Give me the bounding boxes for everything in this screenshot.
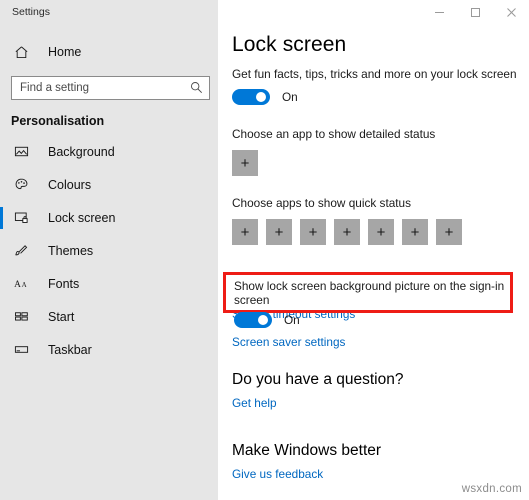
detailed-status-add-tile[interactable]: + — [232, 150, 258, 176]
quick-status-label: Choose apps to show quick status — [232, 196, 412, 210]
sidebar-item-lock-screen[interactable]: Lock screen — [0, 201, 218, 234]
quick-status-add-tile[interactable]: + — [334, 219, 360, 245]
plus-icon: + — [308, 223, 318, 241]
main-content: Lock screen Get fun facts, tips, tricks … — [218, 0, 529, 500]
palette-icon — [14, 177, 34, 192]
fun-facts-toggle-state: On — [282, 90, 298, 104]
fun-facts-label: Get fun facts, tips, tricks and more on … — [232, 67, 517, 81]
plus-icon: + — [444, 223, 454, 241]
watermark: wsxdn.com — [461, 483, 522, 495]
sign-in-background-label: Show lock screen background picture on t… — [234, 279, 505, 307]
plus-icon: + — [410, 223, 420, 241]
font-aa-icon: A A — [14, 276, 34, 291]
quick-status-add-tile[interactable]: + — [402, 219, 428, 245]
sidebar-item-colours[interactable]: Colours — [0, 168, 218, 201]
feedback-heading: Make Windows better — [232, 442, 382, 459]
fun-facts-toggle-row: On — [232, 89, 529, 105]
settings-window: Settings Home Find a setting Personalisa… — [0, 0, 529, 500]
sign-in-background-highlight: Show lock screen background picture on t… — [223, 272, 513, 328]
minimize-icon[interactable] — [421, 0, 457, 24]
sidebar-item-themes[interactable]: Themes — [0, 234, 218, 267]
quick-status-add-tile[interactable]: + — [300, 219, 326, 245]
start-tiles-icon — [14, 309, 34, 324]
lock-screen-icon — [14, 210, 34, 225]
sidebar-item-background[interactable]: Background — [0, 135, 218, 168]
sidebar-section-title: Personalisation — [11, 114, 105, 128]
maximize-icon[interactable] — [457, 0, 493, 24]
picture-icon — [14, 144, 34, 159]
window-title: Settings — [12, 6, 50, 18]
screen-saver-settings-link[interactable]: Screen saver settings — [232, 335, 345, 349]
search-input[interactable] — [12, 77, 209, 99]
plus-icon: + — [342, 223, 352, 241]
detailed-status-label: Choose an app to show detailed status — [232, 127, 436, 141]
plus-icon: + — [274, 223, 284, 241]
sign-in-background-toggle-state: On — [284, 313, 300, 327]
sidebar-item-start[interactable]: Start — [0, 300, 218, 333]
plus-icon: + — [240, 154, 250, 172]
quick-status-tile-row: + + + + + + + — [232, 219, 529, 245]
sidebar-item-home[interactable]: Home — [0, 40, 218, 64]
quick-status-add-tile[interactable]: + — [368, 219, 394, 245]
window-controls — [421, 0, 529, 24]
brush-icon — [14, 243, 34, 258]
quick-status-add-tile[interactable]: + — [436, 219, 462, 245]
sidebar-item-label: Themes — [48, 243, 94, 258]
page-title: Lock screen — [232, 33, 347, 56]
close-icon[interactable] — [493, 0, 529, 24]
sidebar-item-label: Taskbar — [48, 342, 92, 357]
taskbar-icon — [14, 342, 34, 357]
sidebar: Home Personalisation Backgroun — [0, 0, 218, 500]
give-us-feedback-link[interactable]: Give us feedback — [232, 467, 323, 481]
svg-text:A: A — [22, 281, 28, 289]
sidebar-item-label: Fonts — [48, 276, 80, 291]
plus-icon: + — [376, 223, 386, 241]
home-label: Home — [48, 45, 82, 59]
sign-in-background-toggle-row: On — [234, 312, 510, 328]
sidebar-item-taskbar[interactable]: Taskbar — [0, 333, 218, 366]
search-box[interactable] — [11, 76, 210, 100]
sidebar-item-fonts[interactable]: A A Fonts — [0, 267, 218, 300]
sidebar-item-label: Background — [48, 144, 115, 159]
fun-facts-toggle[interactable] — [232, 89, 270, 105]
question-heading: Do you have a question? — [232, 371, 404, 388]
quick-status-add-tile[interactable]: + — [232, 219, 258, 245]
toggle-knob — [256, 92, 266, 102]
sidebar-nav: Background Colours Lock screen Themes A … — [0, 135, 218, 366]
sidebar-item-label: Lock screen — [48, 210, 116, 225]
get-help-link[interactable]: Get help — [232, 396, 277, 410]
plus-icon: + — [240, 223, 250, 241]
toggle-knob — [258, 315, 268, 325]
home-icon — [14, 45, 32, 60]
sidebar-item-label: Colours — [48, 177, 92, 192]
sign-in-background-toggle[interactable] — [234, 312, 272, 328]
svg-text:A: A — [14, 280, 21, 290]
sidebar-item-label: Start — [48, 309, 75, 324]
search-icon[interactable] — [190, 81, 203, 99]
quick-status-add-tile[interactable]: + — [266, 219, 292, 245]
